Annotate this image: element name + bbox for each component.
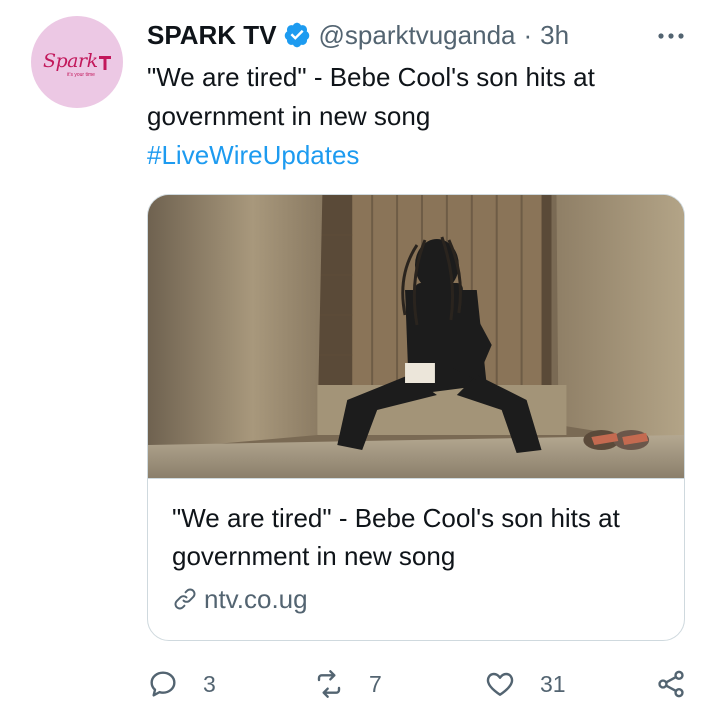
- card-domain: ntv.co.ug: [172, 583, 308, 615]
- separator-dot: ·: [523, 19, 533, 50]
- card-title-line: government in new song: [172, 541, 456, 571]
- card-image[interactable]: [148, 195, 684, 478]
- reply-count: 3: [203, 670, 216, 697]
- card-domain-text: ntv.co.ug: [204, 583, 308, 614]
- tweet-actions: 3 7 31: [147, 664, 695, 704]
- timestamp[interactable]: 3h: [540, 20, 569, 51]
- retweet-icon: [317, 670, 341, 698]
- reply-icon: [150, 671, 176, 697]
- logo-tv-mark: [99, 56, 111, 70]
- tweet-text-line: "We are tired" - Bebe Cool's son hits at: [147, 62, 595, 92]
- author-name[interactable]: SPARK TV: [147, 20, 277, 51]
- avatar[interactable]: Spark it's your time: [31, 16, 123, 108]
- retweet-count: 7: [369, 670, 382, 697]
- reply-button[interactable]: 3: [147, 664, 216, 704]
- card-title: "We are tired" - Bebe Cool's son hits at…: [172, 499, 664, 575]
- like-count: 31: [540, 670, 566, 697]
- share-button[interactable]: [655, 664, 687, 704]
- link-preview-card[interactable]: "We are tired" - Bebe Cool's son hits at…: [147, 194, 685, 641]
- heart-icon: [486, 672, 514, 696]
- card-title-line: "We are tired" - Bebe Cool's son hits at: [172, 503, 620, 533]
- author-handle[interactable]: @sparktvuganda: [319, 20, 516, 51]
- tweet-text: "We are tired" - Bebe Cool's son hits at…: [147, 58, 687, 175]
- spark-tv-logo: Spark it's your time: [37, 42, 117, 82]
- more-options-icon[interactable]: [654, 24, 688, 48]
- like-button[interactable]: 31: [484, 664, 566, 704]
- hashtag-link[interactable]: #LiveWireUpdates: [147, 136, 687, 175]
- verified-badge-icon: [284, 22, 309, 48]
- card-body[interactable]: "We are tired" - Bebe Cool's son hits at…: [148, 478, 684, 640]
- tweet-header: SPARK TV @sparktvuganda · 3h: [147, 16, 696, 54]
- logo-tagline: it's your time: [67, 72, 95, 78]
- retweet-button[interactable]: 7: [313, 664, 382, 704]
- share-icon: [658, 670, 684, 698]
- link-icon: [174, 588, 196, 610]
- tweet-text-line: government in new song: [147, 101, 431, 131]
- logo-text: Spark: [43, 50, 98, 72]
